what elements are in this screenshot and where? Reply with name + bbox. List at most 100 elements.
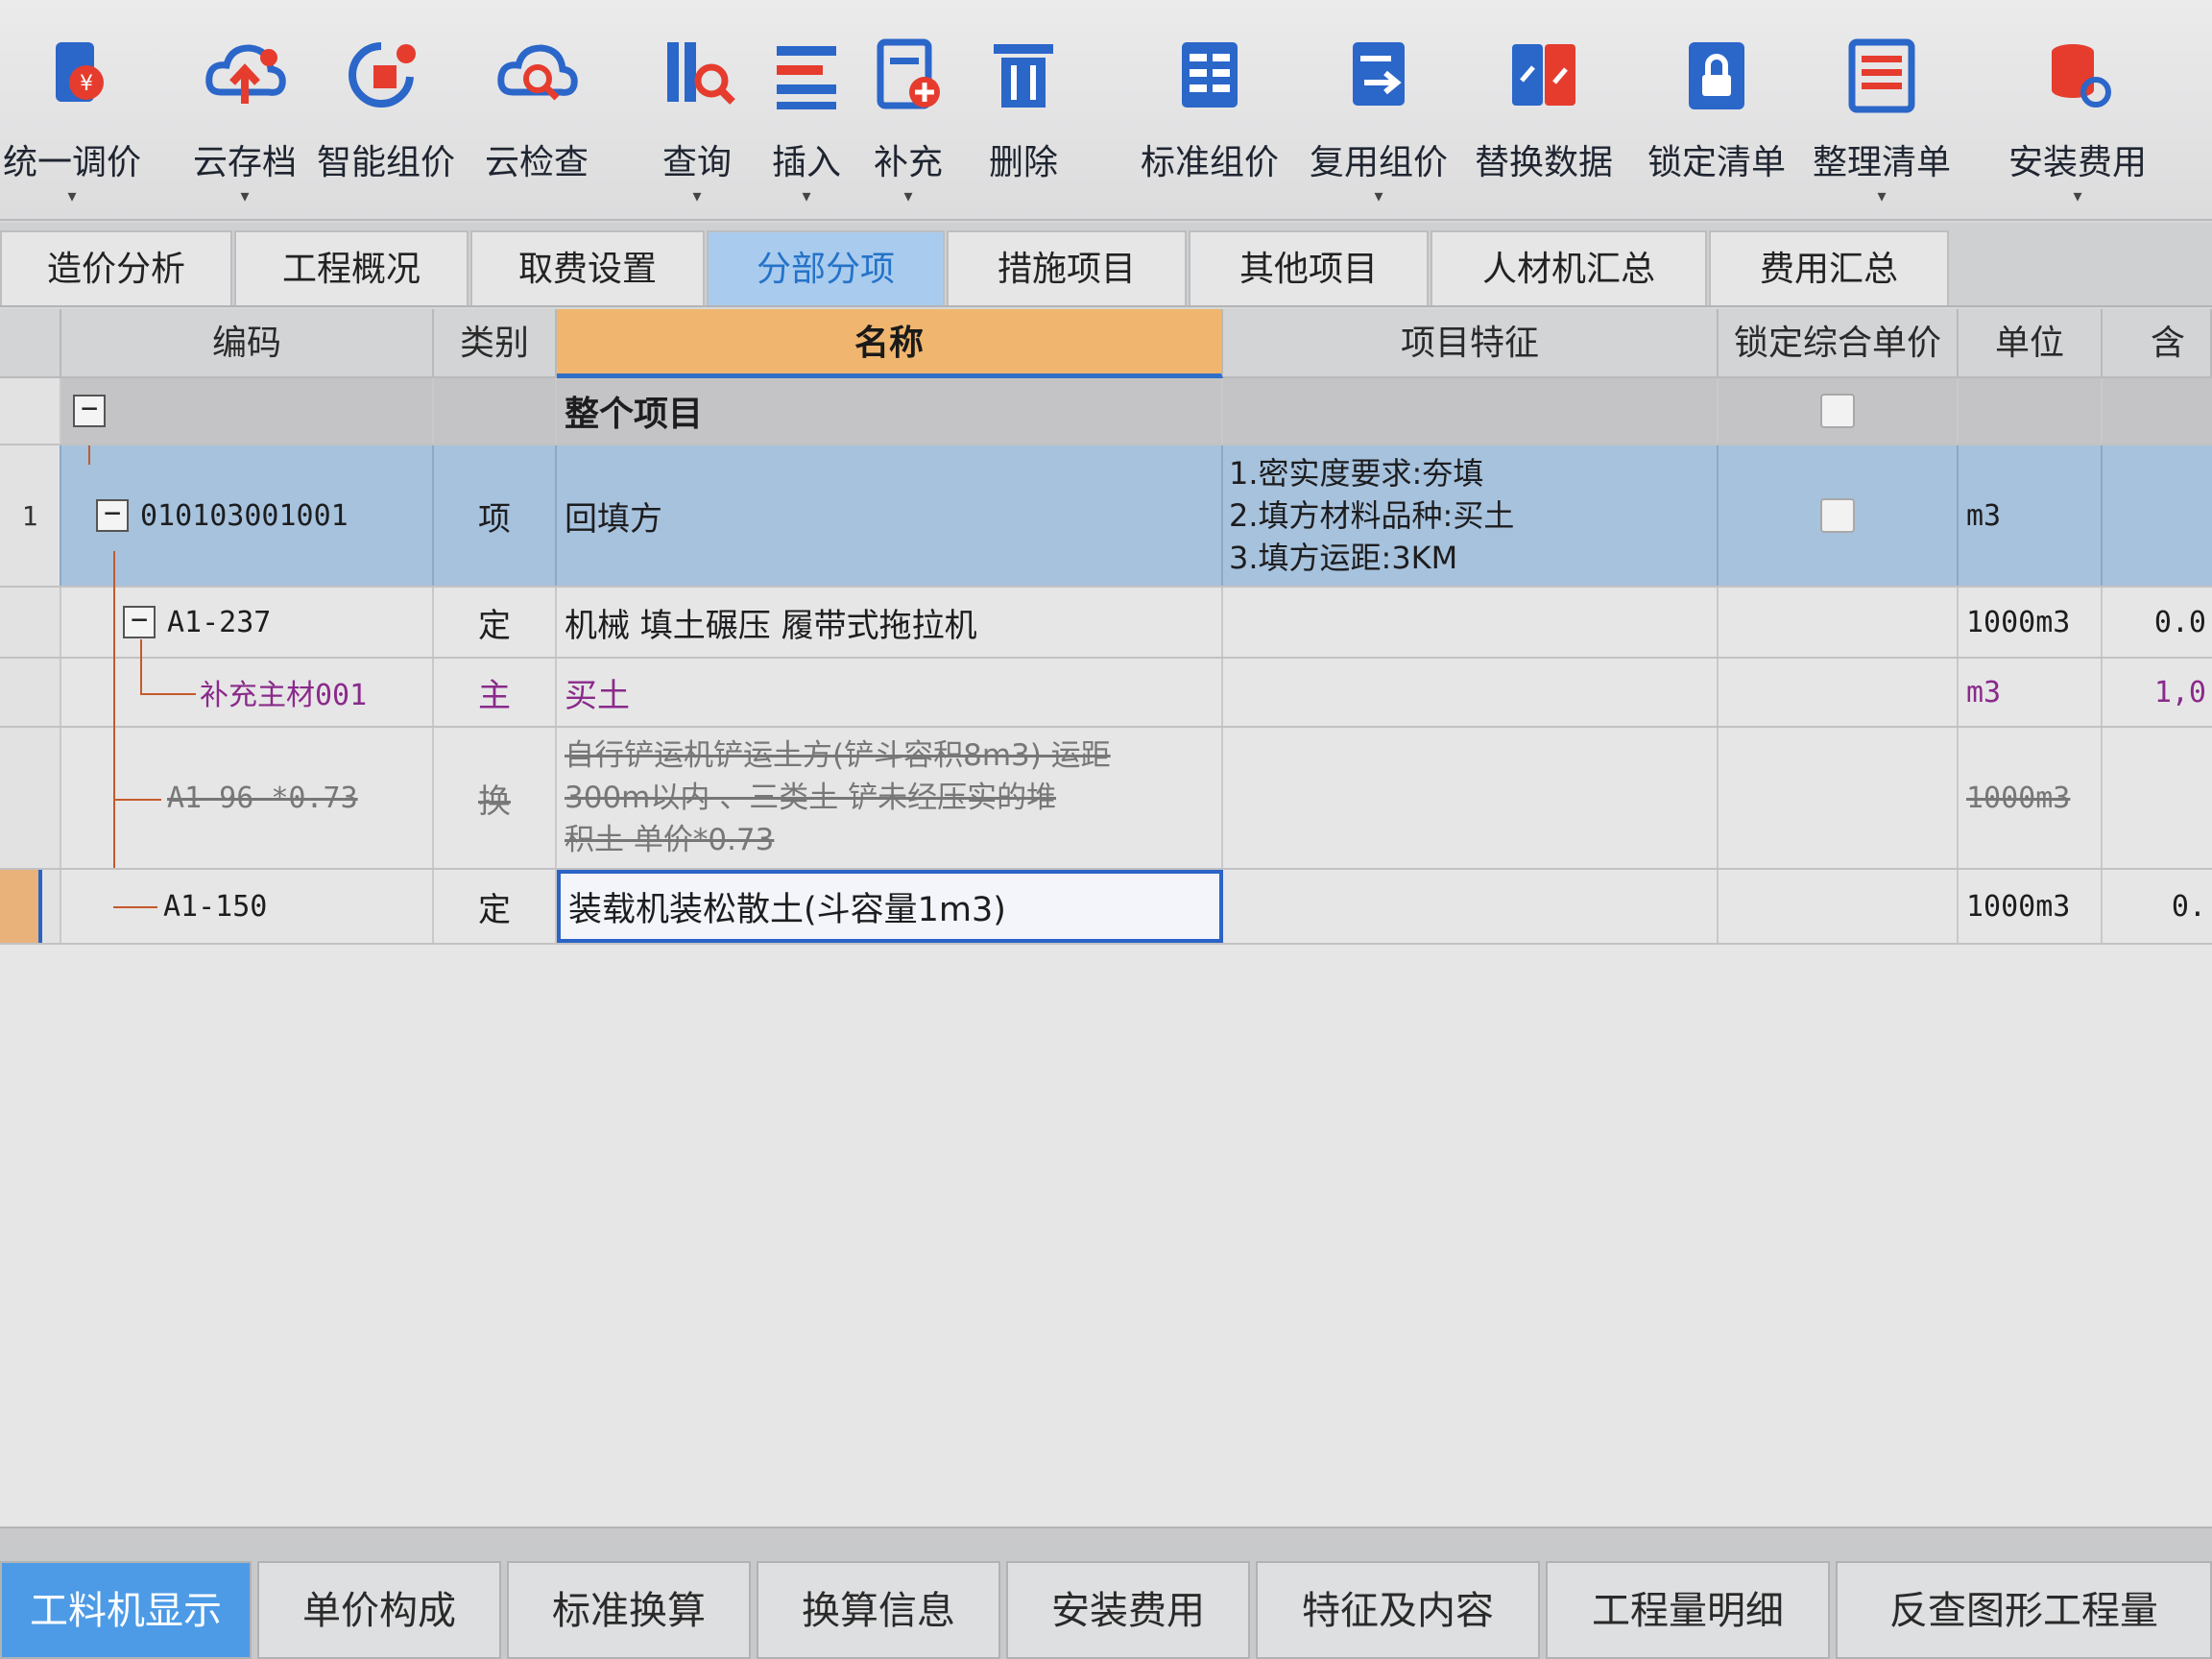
row-type[interactable]: 项 — [434, 445, 557, 586]
cloud-save-button[interactable]: 云存档 ▾ — [182, 21, 307, 206]
chevron-down-icon[interactable]: ▾ — [1877, 186, 1886, 206]
row-qty[interactable] — [2103, 445, 2212, 586]
row-name[interactable]: 整个项目 — [557, 378, 1223, 444]
tab-divisional-items[interactable]: 分部分项 — [707, 230, 945, 305]
tab-other-items[interactable]: 其他项目 — [1189, 230, 1429, 305]
row-code[interactable]: 010103001001 — [140, 499, 349, 533]
row-unit[interactable]: 1000m3 — [1959, 588, 2103, 657]
row-qty[interactable] — [2103, 728, 2212, 868]
horizontal-scrollbar[interactable] — [0, 1527, 2212, 1546]
lock-price-checkbox[interactable] — [1820, 498, 1855, 533]
supplement-button[interactable]: 补充 ▾ — [860, 21, 956, 206]
item-table: 编码 类别 名称 项目特征 锁定综合单价 单位 含 − 整个项目 1 − 010… — [0, 309, 2212, 1538]
row-qty[interactable]: 0.0 — [2103, 588, 2212, 657]
tab-fee-summary[interactable]: 费用汇总 — [1709, 230, 1949, 305]
tab-measure-items[interactable]: 措施项目 — [947, 230, 1187, 305]
tab-unit-price-composition[interactable]: 单价构成 — [257, 1561, 501, 1659]
reuse-pricing-button[interactable]: 复用组价 ▾ — [1302, 21, 1455, 206]
smart-pricing-button[interactable]: 智能组价 — [309, 21, 463, 204]
insert-button[interactable]: 插入 ▾ — [758, 21, 854, 206]
chevron-down-icon[interactable]: ▾ — [802, 186, 810, 206]
table-row-disabled-quota[interactable]: A1-96 *0.73 换 自行铲运机铲运土方(铲斗容积8m3) 运距 300m… — [0, 728, 2212, 870]
header-features[interactable]: 项目特征 — [1223, 309, 1719, 378]
chevron-down-icon[interactable]: ▾ — [240, 186, 249, 206]
replace-data-icon — [1512, 44, 1575, 106]
row-type[interactable]: 主 — [434, 659, 557, 726]
table-row-bill-item[interactable]: 1 − 010103001001 项 回填方 1.密实度要求:夯填 2.填方材料… — [0, 445, 2212, 588]
row-unit[interactable]: m3 — [1959, 445, 2103, 586]
tree-line — [113, 799, 161, 801]
tab-labor-material-summary[interactable]: 人材机汇总 — [1431, 230, 1707, 305]
row-features[interactable]: 1.密实度要求:夯填 2.填方材料品种:买土 3.填方运距:3KM — [1223, 445, 1719, 586]
row-name[interactable]: 机械 填土碾压 履带式拖拉机 — [557, 588, 1223, 657]
organize-list-button[interactable]: 整理清单 ▾ — [1805, 21, 1959, 206]
tab-standard-conversion[interactable]: 标准换算 — [507, 1561, 751, 1659]
row-name[interactable]: 自行铲运机铲运土方(铲斗容积8m3) 运距 300m以内 、三类土 铲未经压实的… — [557, 728, 1223, 868]
header-lock-price[interactable]: 锁定综合单价 — [1719, 309, 1959, 378]
cloud-check-icon — [497, 44, 578, 101]
row-unit[interactable]: m3 — [1959, 659, 2103, 726]
table-row-project[interactable]: − 整个项目 — [0, 378, 2212, 445]
lock-price-checkbox[interactable] — [1820, 394, 1855, 428]
row-name-editor[interactable]: 装载机装松散土(斗容量1m3) — [557, 870, 1223, 943]
header-unit[interactable]: 单位 — [1959, 309, 2103, 378]
delete-button[interactable]: 删除 — [975, 21, 1071, 204]
install-fee-icon — [2052, 44, 2111, 108]
tab-conversion-info[interactable]: 换算信息 — [757, 1561, 1000, 1659]
header-code[interactable]: 编码 — [61, 309, 434, 378]
tab-project-overview[interactable]: 工程概况 — [234, 230, 469, 305]
cloud-check-button[interactable]: 云检查 — [474, 21, 599, 204]
row-code[interactable]: A1-237 — [167, 606, 271, 639]
collapse-toggle-icon[interactable]: − — [96, 499, 129, 532]
chevron-down-icon[interactable]: ▾ — [903, 186, 912, 206]
row-name[interactable]: 买土 — [557, 659, 1223, 726]
header-qty[interactable]: 含 — [2103, 309, 2212, 378]
row-type[interactable]: 定 — [434, 588, 557, 657]
unified-price-button[interactable]: ¥ 统一调价 ▾ — [0, 21, 144, 206]
row-qty[interactable]: 0. — [2103, 870, 2212, 943]
table-row-quota[interactable]: − A1-237 定 机械 填土碾压 履带式拖拉机 1000m3 0.0 — [0, 588, 2212, 659]
install-fee-button[interactable]: 安装费用 ▾ — [2001, 21, 2154, 206]
row-code[interactable]: 补充主材001 — [61, 659, 434, 726]
chevron-down-icon[interactable]: ▾ — [692, 186, 701, 206]
standard-pricing-button[interactable]: 标准组价 — [1133, 21, 1286, 204]
trash-icon — [994, 44, 1053, 108]
selected-row-marker — [0, 870, 42, 943]
tab-quantity-detail[interactable]: 工程量明细 — [1546, 1561, 1830, 1659]
replace-data-button[interactable]: 替换数据 — [1467, 21, 1621, 204]
tab-fee-settings[interactable]: 取费设置 — [470, 230, 705, 305]
row-unit[interactable]: 1000m3 — [1959, 870, 2103, 943]
tab-features-content[interactable]: 特征及内容 — [1256, 1561, 1540, 1659]
tree-line — [140, 639, 196, 695]
row-qty[interactable]: 1,0 — [2103, 659, 2212, 726]
supplement-icon — [877, 38, 940, 109]
ribbon-toolbar: ¥ 统一调价 ▾ 云存档 ▾ 智能组价 云检查 查询 ▾ 插入 ▾ 补充 ▾ 删… — [0, 0, 2212, 221]
chevron-down-icon[interactable]: ▾ — [2073, 186, 2081, 206]
smart-pricing-icon — [349, 42, 416, 108]
row-type[interactable]: 换 — [434, 728, 557, 868]
row-name[interactable]: 回填方 — [557, 445, 1223, 586]
collapse-toggle-icon[interactable]: − — [123, 606, 156, 638]
row-code[interactable]: A1-96 *0.73 — [61, 728, 434, 868]
tab-cost-analysis[interactable]: 造价分析 — [0, 230, 232, 305]
chevron-down-icon[interactable]: ▾ — [67, 186, 76, 206]
row-number: 1 — [0, 445, 61, 586]
collapse-toggle-icon[interactable]: − — [73, 395, 106, 427]
row-unit[interactable]: 1000m3 — [1959, 728, 2103, 868]
query-button[interactable]: 查询 ▾ — [649, 21, 745, 206]
header-row-number — [0, 309, 61, 378]
lock-list-button[interactable]: 锁定清单 — [1640, 21, 1793, 204]
header-name[interactable]: 名称 — [557, 309, 1223, 378]
query-icon — [667, 42, 735, 105]
table-row-main-material[interactable]: 补充主材001 主 买土 m3 1,0 — [0, 659, 2212, 728]
chevron-down-icon[interactable]: ▾ — [1374, 186, 1382, 206]
tab-reverse-lookup-quantity[interactable]: 反查图形工程量 — [1836, 1561, 2212, 1659]
row-number — [0, 378, 61, 444]
header-type[interactable]: 类别 — [434, 309, 557, 378]
reuse-pricing-icon — [1353, 42, 1405, 106]
tab-labor-material-display[interactable]: 工料机显示 — [0, 1561, 252, 1659]
table-row-quota-selected[interactable]: A1-150 定 装载机装松散土(斗容量1m3) 1000m3 0. — [0, 870, 2212, 945]
tab-install-fee[interactable]: 安装费用 — [1006, 1561, 1250, 1659]
row-type[interactable]: 定 — [434, 870, 557, 943]
unified-price-icon: ¥ — [56, 42, 104, 102]
